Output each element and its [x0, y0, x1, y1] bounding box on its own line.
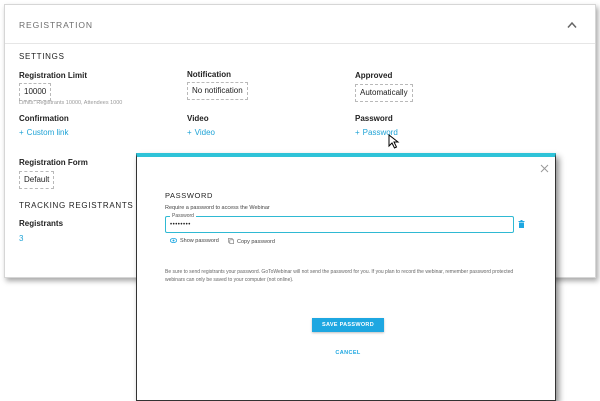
card-header[interactable]: REGISTRATION [5, 5, 595, 44]
registrants-label: Registrants [19, 219, 64, 228]
trash-icon[interactable] [518, 220, 525, 228]
password-note: Be sure to send registrants your passwor… [165, 269, 514, 283]
settings-heading: SETTINGS [19, 52, 65, 61]
password-label: Password [355, 114, 393, 123]
registration-form-select[interactable]: Default [19, 171, 55, 189]
copy-icon [228, 238, 234, 244]
approved-select[interactable]: Automatically [355, 84, 413, 102]
password-modal: PASSWORD Require a password to access th… [136, 153, 556, 401]
show-password-label: Show password [180, 238, 219, 244]
show-password-button[interactable]: Show password [169, 238, 219, 244]
registration-limit-input[interactable]: 10000 [19, 83, 52, 101]
password-field-label: Password [170, 213, 196, 219]
card-title: REGISTRATION [19, 20, 93, 30]
save-password-button[interactable]: SAVE PASSWORD [312, 318, 384, 332]
copy-password-button[interactable]: Copy password [228, 238, 275, 245]
close-icon[interactable] [540, 164, 549, 173]
eye-icon [169, 238, 178, 243]
copy-password-label: Copy password [237, 239, 275, 245]
custom-link-label: Custom link [26, 128, 69, 137]
video-link-label: Video [194, 128, 215, 137]
modal-title: PASSWORD [165, 191, 213, 200]
registrants-count-link[interactable]: 3 [19, 234, 23, 243]
custom-link-button[interactable]: + Custom link [19, 128, 68, 137]
cancel-button[interactable]: CANCEL [312, 350, 384, 356]
chevron-up-icon[interactable] [567, 21, 577, 29]
password-field-value[interactable]: •••••••• [170, 221, 191, 229]
video-label: Video [187, 114, 209, 123]
registration-form-label: Registration Form [19, 158, 88, 167]
approved-label: Approved [355, 71, 393, 80]
notification-select[interactable]: No notification [187, 82, 248, 100]
registration-limit-hint: Limits: Registrants 10000, Attendees 100… [19, 100, 123, 106]
notification-label: Notification [187, 70, 231, 79]
modal-description: Require a password to access the Webinar [165, 205, 270, 211]
cursor-icon [388, 134, 400, 149]
confirmation-label: Confirmation [19, 114, 69, 123]
add-video-button[interactable]: + Video [187, 128, 215, 137]
password-field[interactable]: Password •••••••• [165, 213, 514, 233]
tracking-heading: TRACKING REGISTRANTS [19, 201, 134, 210]
registration-limit-label: Registration Limit [19, 71, 88, 80]
